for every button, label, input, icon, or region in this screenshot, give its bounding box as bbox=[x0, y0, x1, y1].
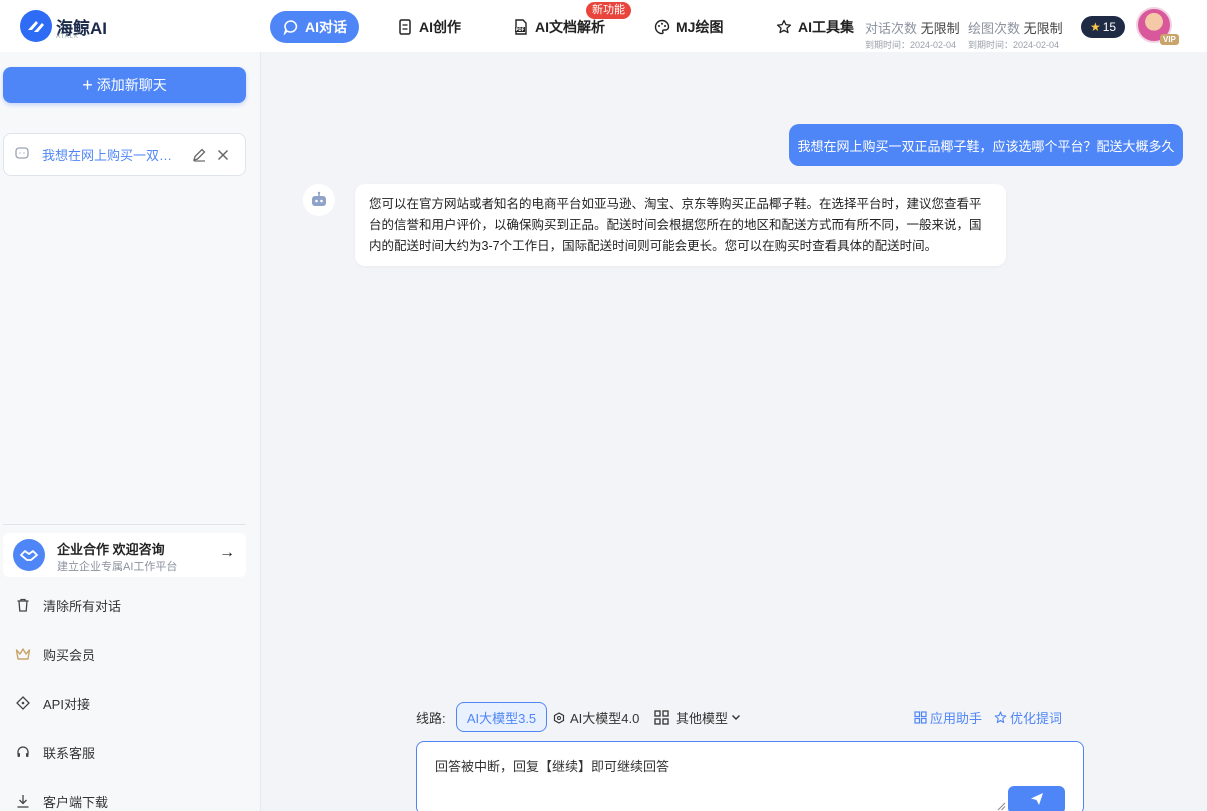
nav-ai-create[interactable]: AI创作 bbox=[396, 11, 461, 43]
apps-grid-icon bbox=[913, 711, 927, 725]
enterprise-cooperation-card[interactable]: 企业合作 欢迎咨询 建立企业专属AI工作平台 → bbox=[3, 533, 246, 577]
star-icon: ★ bbox=[1089, 20, 1101, 34]
headset-icon bbox=[15, 744, 31, 760]
draw-quota: 绘图次数 无限制 bbox=[968, 21, 1063, 36]
svg-text:PDF: PDF bbox=[516, 27, 525, 32]
nav-ai-chat[interactable]: AI对话 bbox=[270, 11, 359, 43]
sidebar-divider bbox=[3, 524, 246, 525]
robot-avatar-icon bbox=[303, 184, 335, 216]
route-label: 线路: bbox=[416, 711, 446, 726]
logo-subtext: ATALK bbox=[56, 34, 80, 40]
arrow-right-icon: → bbox=[219, 544, 235, 561]
trash-icon bbox=[15, 597, 31, 613]
nav-mj-draw[interactable]: MJ绘图 bbox=[653, 11, 723, 43]
sidebar-buy-membership[interactable]: 购买会员 bbox=[15, 644, 95, 664]
whale-logo-icon bbox=[20, 10, 52, 42]
download-icon bbox=[15, 793, 31, 809]
enterprise-title: 企业合作 欢迎咨询 bbox=[57, 542, 165, 557]
sidebar-clear-all-chats[interactable]: 清除所有对话 bbox=[15, 595, 121, 615]
pdf-icon: PDF bbox=[512, 18, 530, 36]
add-new-chat-button[interactable]: + 添加新聊天 bbox=[3, 67, 246, 103]
hexagon-icon bbox=[552, 711, 566, 725]
chat-quota-expire: 到期时间：2024-02-04 bbox=[865, 40, 957, 50]
chat-history-title: 我想在网上购买一双正品椰子鞋，应该选哪个平台？配送大概多久 bbox=[42, 148, 184, 163]
top-header: 海鲸AI ATALK AI对话 AI创作 PDF AI文档解析 新功能 MJ绘图… bbox=[0, 0, 1207, 52]
sidebar: + 添加新聊天 我想在网上购买一双正品椰子鞋，应该选哪个平台？配送大概多久 企业… bbox=[0, 52, 261, 811]
document-edit-icon bbox=[396, 18, 414, 36]
bot-message-bubble: 您可以在官方网站或者知名的电商平台如亚马逊、淘宝、京东等购买正品椰子鞋。在选择平… bbox=[355, 184, 1006, 266]
edit-icon[interactable] bbox=[190, 146, 208, 164]
draw-quota-expire: 到期时间：2024-02-04 bbox=[968, 40, 1060, 50]
handshake-icon bbox=[13, 539, 45, 571]
points-pill[interactable]: ★ 15 bbox=[1081, 16, 1125, 38]
send-button[interactable] bbox=[1008, 786, 1065, 811]
optimize-prompt-link[interactable]: 优化提词 bbox=[993, 708, 1062, 727]
sparkle-icon bbox=[993, 711, 1007, 725]
close-icon[interactable] bbox=[214, 146, 232, 164]
message-input[interactable] bbox=[435, 756, 995, 806]
chevron-down-icon bbox=[731, 710, 741, 725]
model-option-other[interactable]: 其他模型 bbox=[653, 708, 741, 727]
sidebar-api-integration[interactable]: API对接 bbox=[15, 693, 90, 713]
api-icon bbox=[15, 695, 31, 711]
crown-icon bbox=[15, 646, 31, 662]
resize-grip-icon[interactable] bbox=[996, 798, 1006, 811]
nav-ai-tools[interactable]: AI工具集 bbox=[775, 11, 854, 43]
sidebar-client-download[interactable]: 客户端下载 bbox=[15, 791, 108, 811]
star-outline-icon bbox=[775, 18, 793, 36]
model-option-gpt40[interactable]: AI大模型4.0 bbox=[552, 708, 639, 727]
enterprise-subtitle: 建立企业专属AI工作平台 bbox=[57, 561, 178, 573]
sidebar-contact-support[interactable]: 联系客服 bbox=[15, 742, 95, 762]
grid-icon bbox=[653, 710, 669, 726]
app-helper-link[interactable]: 应用助手 bbox=[913, 708, 982, 727]
vip-badge: VIP bbox=[1160, 34, 1179, 45]
chat-quota: 对话次数 无限制 bbox=[865, 21, 960, 36]
chat-bubble-icon bbox=[14, 145, 30, 164]
palette-icon bbox=[653, 18, 671, 36]
message-input-box bbox=[416, 741, 1084, 811]
logo[interactable]: 海鲸AI ATALK bbox=[20, 10, 107, 42]
user-message-bubble: 我想在网上购买一双正品椰子鞋，应该选哪个平台？配送大概多久 bbox=[789, 124, 1183, 166]
chat-history-item[interactable]: 我想在网上购买一双正品椰子鞋，应该选哪个平台？配送大概多久 bbox=[3, 133, 246, 176]
model-option-gpt35[interactable]: AI大模型3.5 bbox=[456, 702, 547, 732]
plus-icon: + bbox=[82, 75, 93, 95]
chat-icon bbox=[282, 18, 300, 36]
send-icon bbox=[1030, 792, 1044, 809]
new-feature-badge: 新功能 bbox=[586, 2, 631, 19]
